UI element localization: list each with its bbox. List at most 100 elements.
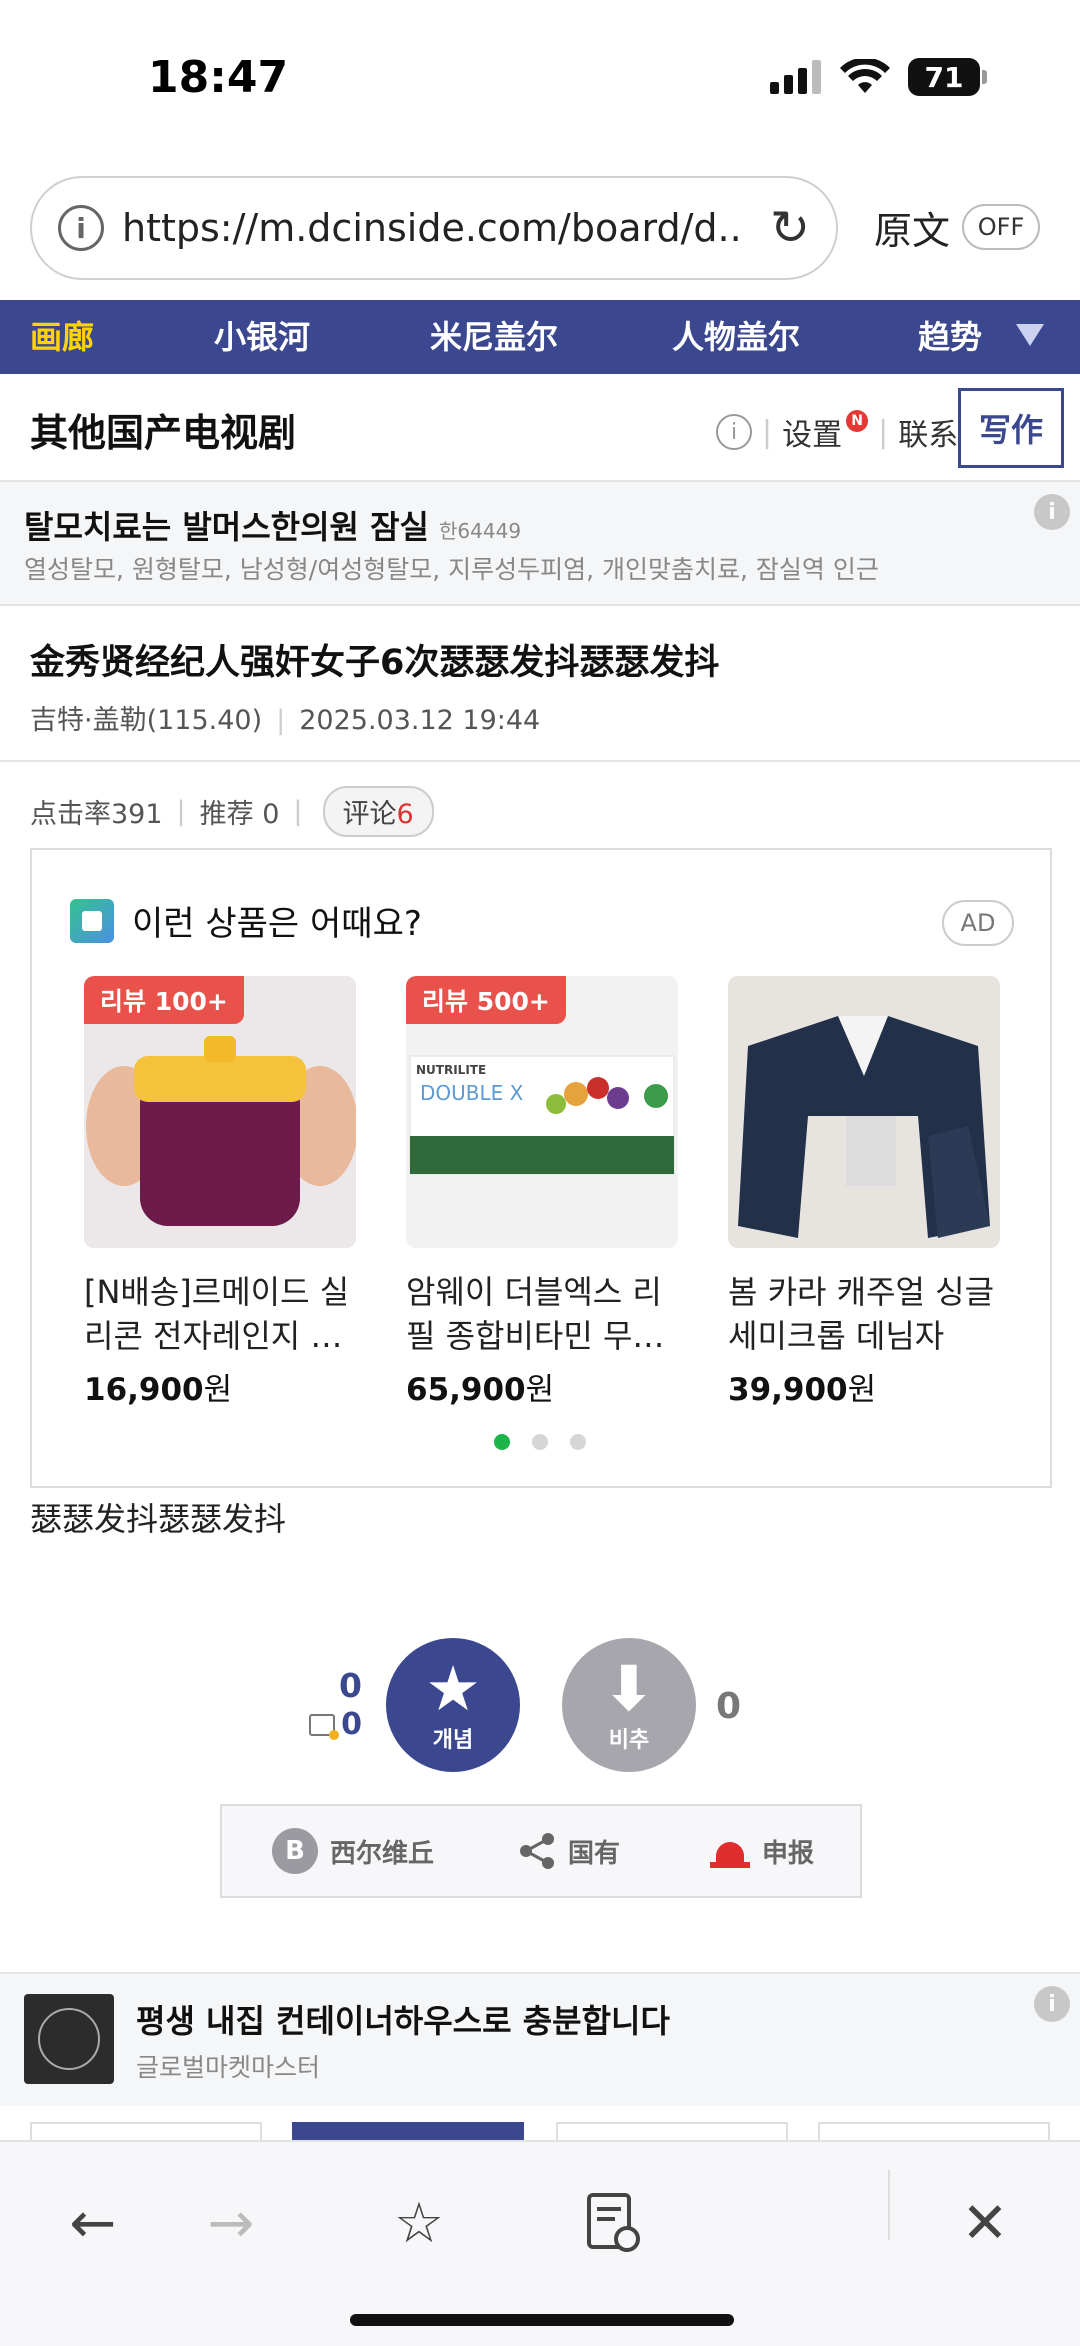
upvote-label: 개념 [432, 1728, 474, 1753]
write-button[interactable]: 写作 [958, 388, 1064, 468]
contact-link[interactable]: 联系 [898, 410, 958, 454]
denim-jacket-image [728, 976, 1000, 1248]
top-ad-title-text: 탈모치료는 발머스한의원 잠실 [24, 508, 430, 546]
advertiser-logo [24, 1994, 114, 2084]
product-name[interactable]: 암웨이 더블엑스 리필 종합비타민 무… [406, 1270, 678, 1358]
divider: | [762, 414, 773, 450]
divider: | [276, 705, 286, 736]
battery-icon: 71 [908, 58, 987, 96]
share-button[interactable]: 国有 [518, 1806, 620, 1896]
product-item[interactable]: 리뷰 100+ [N배송]르메이드 실리콘 전자레인지 … 16,900원 [84, 976, 356, 1409]
comment-label: 评论 [342, 799, 397, 830]
site-info-icon[interactable]: i [58, 205, 104, 251]
product-name[interactable]: 봄 카라 캐주얼 싱글 세미크롭 데님자켓… [728, 1270, 1000, 1358]
product-price: 65,900원 [406, 1364, 678, 1409]
report-button[interactable]: 申报 [710, 1806, 814, 1896]
product-item[interactable]: 봄 카라 캐주얼 싱글 세미크롭 데님자켓… 39,900원 [728, 976, 1000, 1409]
url-text[interactable]: https://m.dcinside.com/board/d... [122, 206, 742, 250]
settings-link[interactable]: 设置 N [782, 410, 869, 454]
fixed-upvote-count: 0 [300, 1707, 362, 1742]
logo-ring [38, 2008, 100, 2070]
tab-peek-item[interactable] [556, 2122, 788, 2142]
bottom-ad-banner[interactable]: 평생 내집 컨테이너하우스로 충분합니다 글로벌마켓마스터 i [0, 1972, 1080, 2106]
back-arrow-icon[interactable]: ← [48, 2178, 138, 2268]
siren-icon [710, 1834, 750, 1868]
status-icons: 71 [770, 58, 987, 96]
upvote-count: 0 [339, 1666, 362, 1705]
downvote-label: 비추 [608, 1728, 650, 1753]
fixed-upvote-value: 0 [341, 1707, 362, 1742]
translate-toggle[interactable]: OFF [962, 204, 1040, 250]
post-meta: 吉特·盖勒(115.40) | 2025.03.12 19:44 [30, 698, 540, 737]
nav-expand-icon[interactable] [1016, 324, 1044, 346]
product-item[interactable]: NUTRILITE DOUBLE X 리뷰 500+ 암웨이 더블엑스 리필 종… [406, 976, 678, 1409]
price-unit: 원 [525, 1372, 555, 1408]
share-icon [520, 1833, 554, 1869]
ad-info-icon[interactable]: i [1034, 494, 1070, 530]
bookmark-label: 西尔维丘 [330, 1838, 435, 1869]
product-price: 16,900원 [84, 1364, 356, 1409]
nutrilite-logo-text: NUTRILITE [416, 1063, 486, 1077]
product-price: 39,900원 [728, 1364, 1000, 1409]
review-badge: 리뷰 100+ [84, 976, 244, 1024]
divider: | [293, 796, 303, 827]
tab-peek-item[interactable] [292, 2122, 524, 2142]
top-ad-title: 탈모치료는 발머스한의원 잠실 한64449 [24, 502, 521, 548]
divider: | [176, 796, 186, 827]
comment-button[interactable]: 评论6 [322, 786, 434, 837]
nav-item-person-gall[interactable]: 人物盖尔 [672, 300, 800, 374]
close-icon[interactable]: ✕ [940, 2178, 1030, 2268]
product-image-container[interactable]: NUTRILITE DOUBLE X 리뷰 500+ [406, 976, 678, 1248]
post-body: 瑟瑟发抖瑟瑟发抖 [30, 1500, 287, 1538]
upvote-button[interactable]: ★ 개념 [386, 1638, 520, 1772]
ad-label[interactable]: AD [942, 900, 1014, 946]
wifi-icon [840, 59, 890, 93]
board-title[interactable]: 其他国产电视剧 [30, 402, 296, 457]
tabs-peek [0, 2122, 1080, 2142]
tab-peek-item[interactable] [30, 2122, 262, 2142]
translate-label[interactable]: 原文 [874, 200, 950, 255]
top-ad-banner[interactable]: 탈모치료는 발머스한의원 잠실 한64449 열성탈모, 원형탈모, 남성형/여성… [0, 482, 1080, 606]
toolbar-divider [888, 2170, 890, 2240]
nav-item-trend[interactable]: 趋势 [918, 300, 982, 374]
gallery-nav: 画廊 小银河 米尼盖尔 人物盖尔 趋势 [0, 300, 1080, 374]
document-icon [587, 2193, 640, 2252]
address-bar[interactable]: i https://m.dcinside.com/board/d... ↻ [30, 176, 838, 280]
bookmark-star-icon[interactable]: ☆ [374, 2178, 464, 2268]
post-author[interactable]: 吉特·盖勒(115.40) [30, 705, 262, 736]
bookmark-button[interactable]: B 西尔维丘 [272, 1806, 434, 1896]
status-bar: 18:47 71 [0, 0, 1080, 160]
board-tools: i | 设置 N | 联系 [716, 410, 958, 454]
share-label: 国有 [568, 1838, 621, 1869]
browser-toolbar: ← → ☆ ✕ [0, 2140, 1080, 2346]
board-header: 其他国产电视剧 i | 设置 N | 联系 写作 [0, 374, 1080, 482]
bottom-ad-advertiser: 글로벌마켓마스터 [136, 2053, 321, 2082]
post-header: 金秀贤经纪人强奸女子6次瑟瑟发抖瑟瑟发抖 吉特·盖勒(115.40) | 2025.… [0, 606, 1080, 762]
board-info-icon[interactable]: i [716, 414, 752, 450]
status-time: 18:47 [148, 52, 289, 103]
nav-item-gallery[interactable]: 画廊 [30, 300, 94, 374]
nav-item-mini-gall[interactable]: 米尼盖尔 [430, 300, 558, 374]
reader-mode-icon[interactable] [568, 2178, 658, 2268]
signal-icon [770, 60, 821, 94]
carousel-dot[interactable] [532, 1434, 548, 1450]
forward-arrow-icon[interactable]: → [186, 2178, 276, 2268]
comment-count: 6 [396, 799, 414, 830]
ad-info-icon[interactable]: i [1034, 1986, 1070, 2022]
price-value: 65,900 [406, 1372, 526, 1408]
settings-label: 设置 [782, 418, 843, 453]
downvote-count: 0 [716, 1686, 742, 1727]
product-image-container[interactable] [728, 976, 1000, 1248]
downvote-button[interactable]: ⬇ 비추 [562, 1638, 696, 1772]
price-unit: 원 [847, 1372, 877, 1408]
nav-item-minor-galaxy[interactable]: 小银河 [214, 300, 310, 374]
bottom-ad-title: 평생 내집 컨테이너하우스로 충분합니다 [136, 2002, 670, 2040]
carousel-dot[interactable] [570, 1434, 586, 1450]
product-name[interactable]: [N배송]르메이드 실리콘 전자레인지 … [84, 1270, 356, 1358]
tab-peek-item[interactable] [818, 2122, 1050, 2142]
carousel-pagination [494, 1434, 586, 1450]
home-indicator[interactable] [350, 2314, 734, 2326]
product-image-container[interactable]: 리뷰 100+ [84, 976, 356, 1248]
carousel-dot[interactable] [494, 1434, 510, 1450]
reload-icon[interactable]: ↻ [770, 202, 810, 254]
